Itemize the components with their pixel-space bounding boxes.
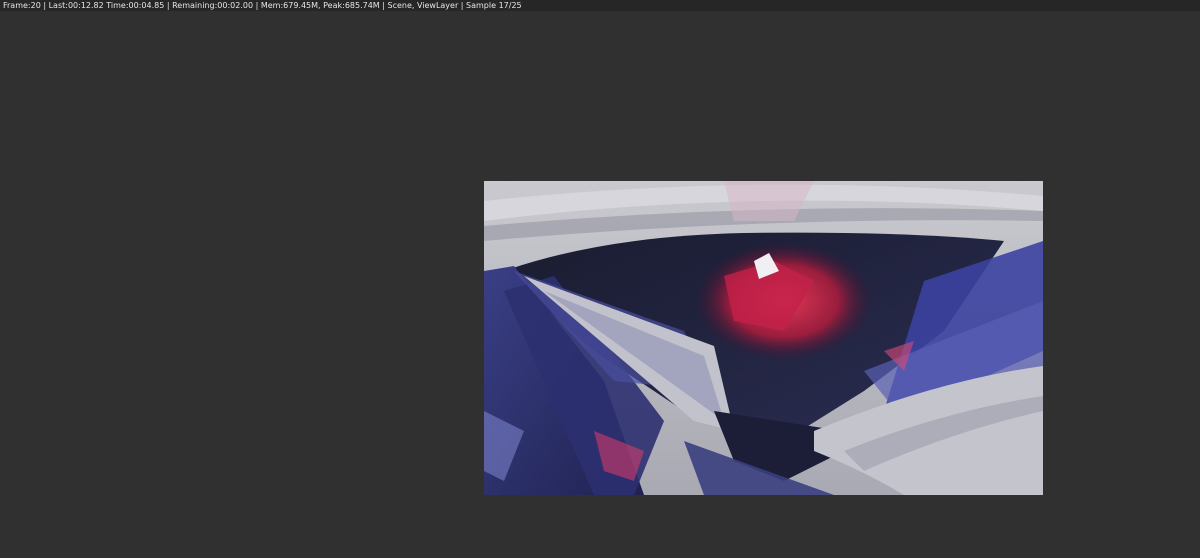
render-result-image[interactable]	[484, 181, 1043, 495]
render-status-text: Frame:20 | Last:00:12.82 Time:00:04.85 |…	[3, 1, 522, 10]
render-status-bar: Frame:20 | Last:00:12.82 Time:00:04.85 |…	[0, 0, 1200, 11]
gemstone-render-icon	[484, 181, 1043, 495]
render-window: Frame:20 | Last:00:12.82 Time:00:04.85 |…	[0, 0, 1200, 558]
